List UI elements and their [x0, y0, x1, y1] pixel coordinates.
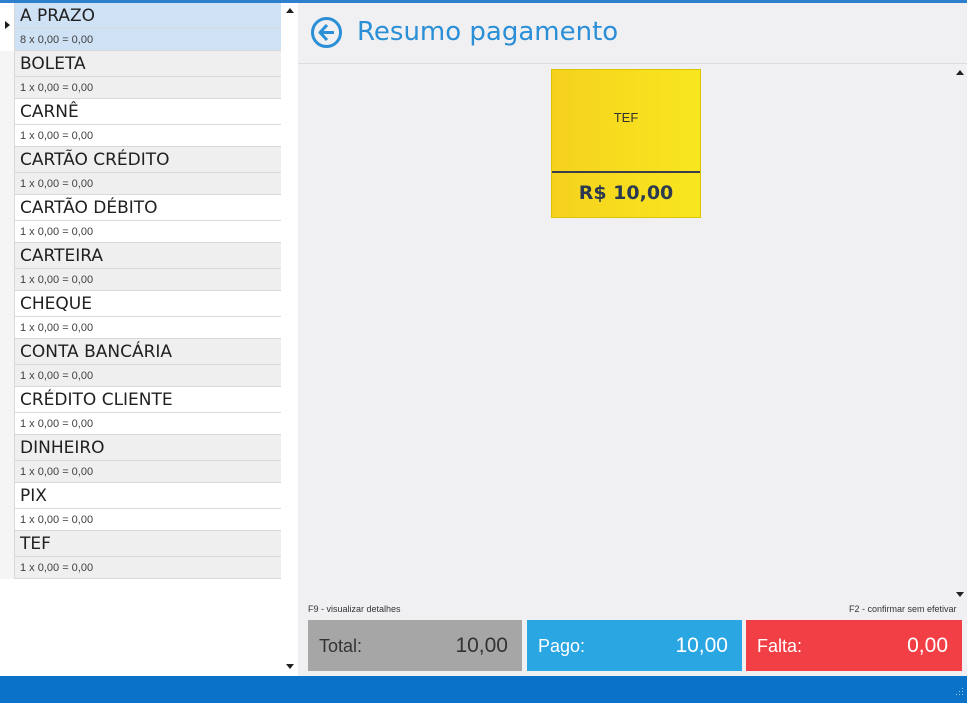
- remaining-value: 0,00: [907, 634, 948, 657]
- arrow-left-icon: [318, 23, 334, 42]
- payment-method-name[interactable]: A PRAZO: [15, 3, 281, 29]
- payment-method-row[interactable]: CRÉDITO CLIENTE 1 x 0,00 = 0,00: [0, 387, 281, 435]
- summary-scrollbar[interactable]: [953, 65, 967, 600]
- payment-summary-pane: Resumo pagamento TEF R$ 10,00 F9 - visua…: [298, 3, 967, 676]
- row-indicator[interactable]: [0, 51, 15, 99]
- payment-method-name[interactable]: CHEQUE: [15, 291, 281, 317]
- total-value: 10,00: [455, 634, 508, 657]
- row-indicator[interactable]: [0, 435, 15, 483]
- payment-method-name[interactable]: CARTÃO CRÉDITO: [15, 147, 281, 173]
- row-indicator[interactable]: [0, 483, 15, 531]
- status-bar: [0, 676, 967, 703]
- hint-confirm: F2 - confirmar sem efetivar: [849, 604, 957, 614]
- remaining-box: Falta: 0,00: [746, 620, 962, 671]
- payment-method-detail[interactable]: 1 x 0,00 = 0,00: [15, 557, 281, 579]
- payment-card-tef[interactable]: TEF R$ 10,00: [551, 69, 701, 218]
- payment-card-divider: [552, 171, 700, 173]
- payment-method-detail[interactable]: 1 x 0,00 = 0,00: [15, 125, 281, 147]
- payment-method-name[interactable]: CARNÊ: [15, 99, 281, 125]
- row-indicator[interactable]: [0, 531, 15, 579]
- payment-method-detail[interactable]: 1 x 0,00 = 0,00: [15, 173, 281, 195]
- payment-method-detail[interactable]: 1 x 0,00 = 0,00: [15, 509, 281, 531]
- payment-methods-rows: A PRAZO 8 x 0,00 = 0,00 BOLETA 1 x 0,00 = 0…: [0, 3, 281, 579]
- payment-method-detail[interactable]: 1 x 0,00 = 0,00: [15, 317, 281, 339]
- payment-method-name[interactable]: TEF: [15, 531, 281, 557]
- row-indicator[interactable]: [0, 3, 15, 51]
- scroll-down-icon[interactable]: [956, 592, 964, 597]
- payment-method-name[interactable]: CARTÃO DÉBITO: [15, 195, 281, 221]
- payment-method-detail[interactable]: 1 x 0,00 = 0,00: [15, 269, 281, 291]
- row-indicator[interactable]: [0, 243, 15, 291]
- payment-method-row[interactable]: A PRAZO 8 x 0,00 = 0,00: [0, 3, 281, 51]
- payment-method-row[interactable]: DINHEIRO 1 x 0,00 = 0,00: [0, 435, 281, 483]
- payment-method-detail[interactable]: 1 x 0,00 = 0,00: [15, 77, 281, 99]
- payment-method-detail[interactable]: 1 x 0,00 = 0,00: [15, 461, 281, 483]
- remaining-label: Falta:: [757, 636, 803, 656]
- payment-method-name[interactable]: DINHEIRO: [15, 435, 281, 461]
- payment-method-row[interactable]: CARNÊ 1 x 0,00 = 0,00: [0, 99, 281, 147]
- payment-card-value: R$ 10,00: [578, 182, 674, 204]
- payment-method-row[interactable]: CARTEIRA 1 x 0,00 = 0,00: [0, 243, 281, 291]
- payment-methods-list: A PRAZO 8 x 0,00 = 0,00 BOLETA 1 x 0,00 = 0…: [0, 3, 283, 676]
- total-box: Total: 10,00: [308, 620, 522, 671]
- payment-method-row[interactable]: CARTÃO DÉBITO 1 x 0,00 = 0,00: [0, 195, 281, 243]
- payment-method-row[interactable]: PIX 1 x 0,00 = 0,00: [0, 483, 281, 531]
- payment-method-name[interactable]: CONTA BANCÁRIA: [15, 339, 281, 365]
- payment-method-name[interactable]: PIX: [15, 483, 281, 509]
- scroll-down-icon[interactable]: [286, 664, 294, 669]
- row-indicator[interactable]: [0, 195, 15, 243]
- scroll-up-icon[interactable]: [956, 70, 964, 75]
- row-indicator[interactable]: [0, 147, 15, 195]
- row-indicator[interactable]: [0, 387, 15, 435]
- payment-method-name[interactable]: BOLETA: [15, 51, 281, 77]
- payment-method-row[interactable]: CHEQUE 1 x 0,00 = 0,00: [0, 291, 281, 339]
- total-label: Total:: [319, 636, 363, 656]
- payment-method-row[interactable]: BOLETA 1 x 0,00 = 0,00: [0, 51, 281, 99]
- row-indicator[interactable]: [0, 291, 15, 339]
- payment-method-detail[interactable]: 1 x 0,00 = 0,00: [15, 413, 281, 435]
- left-list-scrollbar[interactable]: [282, 3, 298, 676]
- payment-method-detail[interactable]: 1 x 0,00 = 0,00: [15, 365, 281, 387]
- page-title: Resumo pagamento: [357, 17, 619, 47]
- payment-method-row[interactable]: CARTÃO CRÉDITO 1 x 0,00 = 0,00: [0, 147, 281, 195]
- hint-view-details: F9 - visualizar detalhes: [308, 604, 401, 614]
- row-indicator[interactable]: [0, 339, 15, 387]
- payment-method-name[interactable]: CARTEIRA: [15, 243, 281, 269]
- scroll-up-icon[interactable]: [286, 8, 294, 13]
- paid-label: Pago:: [538, 636, 586, 656]
- payment-method-detail[interactable]: 8 x 0,00 = 0,00: [15, 29, 281, 51]
- payment-method-row[interactable]: CONTA BANCÁRIA 1 x 0,00 = 0,00: [0, 339, 281, 387]
- paid-box: Pago: 10,00: [527, 620, 742, 671]
- payment-card-label: TEF: [613, 110, 639, 125]
- payment-method-name[interactable]: CRÉDITO CLIENTE: [15, 387, 281, 413]
- payment-method-detail[interactable]: 1 x 0,00 = 0,00: [15, 221, 281, 243]
- summary-header: Resumo pagamento: [298, 3, 967, 64]
- paid-value: 10,00: [675, 634, 728, 657]
- row-indicator[interactable]: [0, 99, 15, 147]
- back-button[interactable]: [311, 17, 342, 48]
- resize-grip-icon[interactable]: [956, 688, 964, 696]
- payment-method-row[interactable]: TEF 1 x 0,00 = 0,00: [0, 531, 281, 579]
- current-row-arrow-icon: [5, 21, 10, 29]
